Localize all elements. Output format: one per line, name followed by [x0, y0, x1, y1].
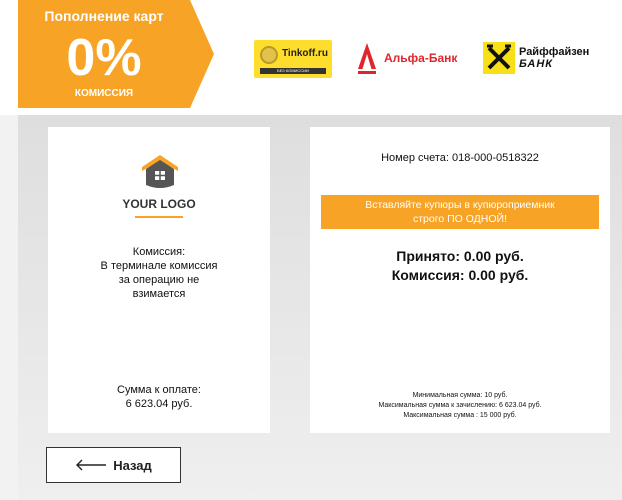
raiffeisen-name-line2: БАНК: [519, 58, 554, 70]
account-number: Номер счета: 018-000-0518322: [381, 152, 539, 164]
arrow-left-icon: [76, 459, 107, 471]
back-button[interactable]: Назад: [46, 447, 181, 483]
amount-label: Сумма к оплате:: [117, 384, 201, 396]
tinkoff-emblem-icon: [260, 46, 278, 64]
back-label: Назад: [113, 457, 152, 473]
alfa-bank-logo: Альфа-Банк: [356, 38, 457, 78]
commission-text: Комиссия: В терминале комиссия за операц…: [48, 245, 270, 301]
house-logo-icon: [142, 155, 178, 188]
accepted-amount: Принято: 0.00 руб.: [396, 248, 524, 264]
company-logo: YOUR LOGO: [48, 147, 270, 227]
commission-line2: за операцию не: [118, 274, 200, 286]
amount-value: 6 623.04 руб.: [125, 398, 193, 410]
logo-underline: [135, 216, 183, 218]
promo-subtitle: КОМИССИЯ: [74, 88, 134, 99]
logo-text: YOUR LOGO: [122, 197, 196, 211]
payment-status-panel: Номер счета: 018-000-0518322 Вставляйте …: [310, 127, 610, 433]
alfa-bank-name: Альфа-Банк: [384, 51, 458, 65]
max-credit-amount: Максимальная сумма к зачислению: 6 623.0…: [378, 402, 542, 409]
tinkoff-logo: Tinkoff.ru БЕЗ КОМИССИИ: [254, 40, 332, 78]
promo-banner: Пополнение карт 0% КОМИССИЯ: [18, 0, 214, 108]
promo-percent: 0%: [66, 29, 142, 87]
commission-amount: Комиссия: 0.00 руб.: [391, 267, 529, 283]
commission-info-panel: YOUR LOGO Комиссия: В терминале комиссия…: [48, 127, 270, 433]
max-amount: Максимальная сумма : 15 000 руб.: [403, 412, 517, 419]
tinkoff-name: Tinkoff.ru: [282, 48, 328, 59]
insert-notes-banner: Вставляйте купюры в купюроприемник строг…: [321, 195, 599, 229]
main-area: YOUR LOGO Комиссия: В терминале комиссия…: [18, 115, 622, 500]
raiffeisen-name-line1: Райффайзен: [519, 46, 590, 58]
commission-title: Комиссия:: [132, 246, 186, 258]
tinkoff-strip: БЕЗ КОМИССИИ: [260, 68, 326, 74]
promo-title: Пополнение карт: [44, 8, 164, 24]
header: Пополнение карт 0% КОМИССИЯ Tinkoff.ru Б…: [0, 0, 622, 115]
raiffeisen-emblem-icon: [483, 42, 515, 74]
insert-line1: Вставляйте купюры в купюроприемник: [365, 199, 555, 211]
insert-line2: строго ПО ОДНОЙ!: [413, 213, 507, 225]
min-amount: Минимальная сумма: 10 руб.: [412, 392, 508, 399]
commission-line3: взимается: [132, 288, 186, 300]
commission-line1: В терминале комиссия: [100, 260, 218, 272]
raiffeisen-logo: Райффайзен БАНК: [483, 38, 589, 78]
raiffeisen-name: Райффайзен БАНК: [519, 46, 589, 70]
alfa-a-icon: [358, 43, 376, 74]
